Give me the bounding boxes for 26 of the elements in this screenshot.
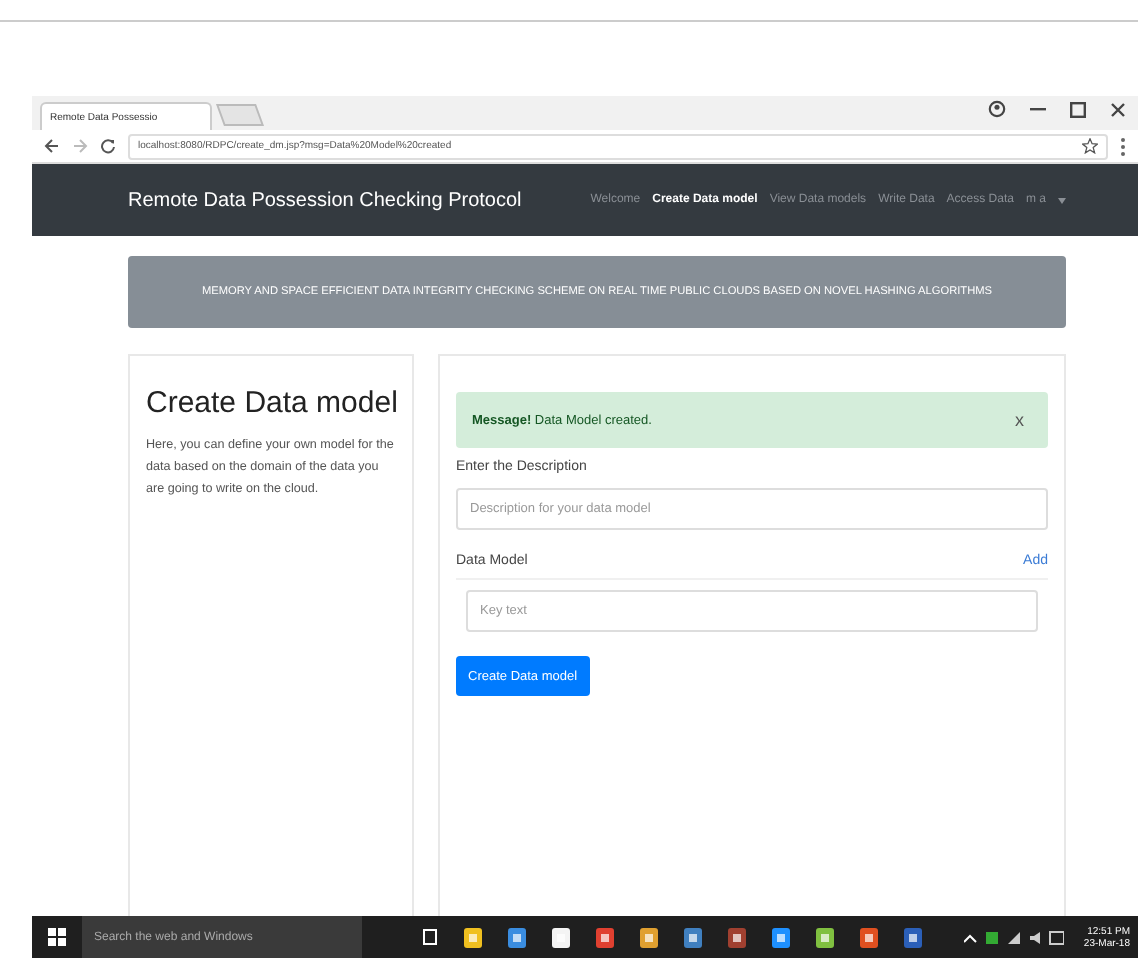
maximize-icon[interactable] xyxy=(1070,101,1086,117)
menu-icon[interactable] xyxy=(1120,137,1126,155)
back-icon[interactable] xyxy=(44,138,60,154)
minimize-icon[interactable] xyxy=(1030,107,1046,111)
page-title: Create Data model xyxy=(146,384,396,422)
profile-icon[interactable] xyxy=(988,100,1006,118)
taskbar-app-icon[interactable] xyxy=(464,927,482,947)
taskbar-app-icon[interactable] xyxy=(552,927,570,947)
taskbar-app-icon[interactable] xyxy=(816,927,834,947)
star-icon[interactable] xyxy=(1082,138,1098,154)
taskbar-app-icon[interactable] xyxy=(596,927,614,947)
taskbar-app-icon[interactable] xyxy=(684,927,702,947)
task-view-icon[interactable] xyxy=(422,928,438,946)
taskbar-app-icon[interactable] xyxy=(728,927,746,947)
taskbar-app-icon[interactable] xyxy=(904,927,922,947)
caret-icon[interactable] xyxy=(1058,197,1066,203)
taskbar-app-icon[interactable] xyxy=(772,927,790,947)
taskbar-app-icon[interactable] xyxy=(640,927,658,947)
taskbar-app-icon[interactable] xyxy=(860,927,878,947)
close-icon[interactable] xyxy=(1110,101,1126,117)
tray-icons-drawing[interactable] xyxy=(963,929,1064,945)
taskbar-app-icon[interactable] xyxy=(508,927,526,947)
close-button[interactable]: x xyxy=(1015,410,1024,430)
reload-icon[interactable] xyxy=(100,138,116,154)
windows-start-icon[interactable] xyxy=(48,928,66,946)
brand-title[interactable]: Remote Data Possession Checking Protocol xyxy=(128,189,522,211)
